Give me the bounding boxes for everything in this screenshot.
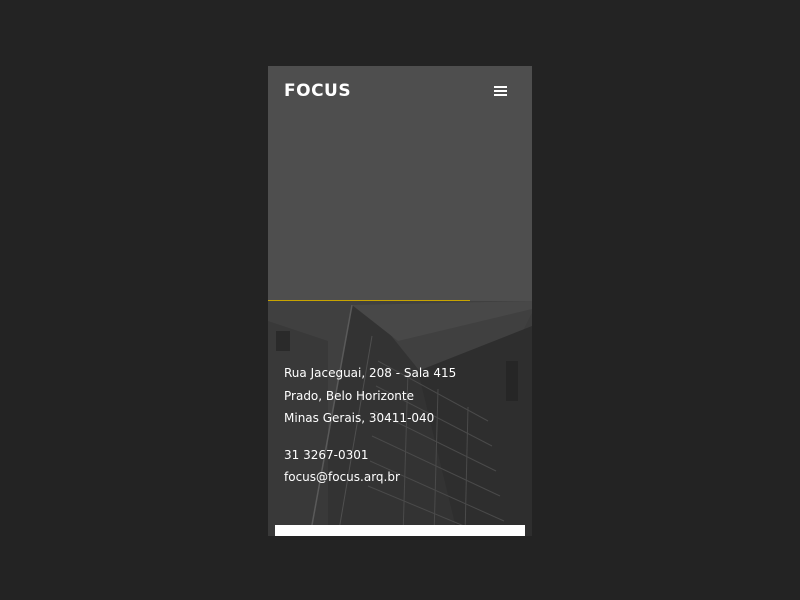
hamburger-menu-button[interactable] (490, 82, 512, 98)
mobile-viewport: FOCUS Rua Jaceguai, 208 - Sala 415 Prado… (268, 66, 532, 536)
phone-link[interactable]: 31 3267-0301 (284, 444, 456, 467)
hero-section: FOCUS (268, 66, 532, 301)
hamburger-menu-icon-bar (494, 94, 507, 96)
email-link[interactable]: focus@focus.arq.br (284, 466, 456, 489)
focus-logo[interactable]: FOCUS (284, 81, 351, 101)
footer-bar (275, 525, 525, 536)
address-line-1: Rua Jaceguai, 208 - Sala 415 (284, 366, 457, 380)
address-line-2: Prado, Belo Horizonte (284, 388, 414, 403)
hamburger-menu-icon (494, 86, 507, 88)
address-line-3: Minas Gerais, 30411-040 (284, 411, 435, 425)
hamburger-menu-icon-bar (494, 90, 507, 92)
contact-info: Rua Jaceguai, 208 - Sala 415 Prado, Belo… (284, 362, 456, 489)
